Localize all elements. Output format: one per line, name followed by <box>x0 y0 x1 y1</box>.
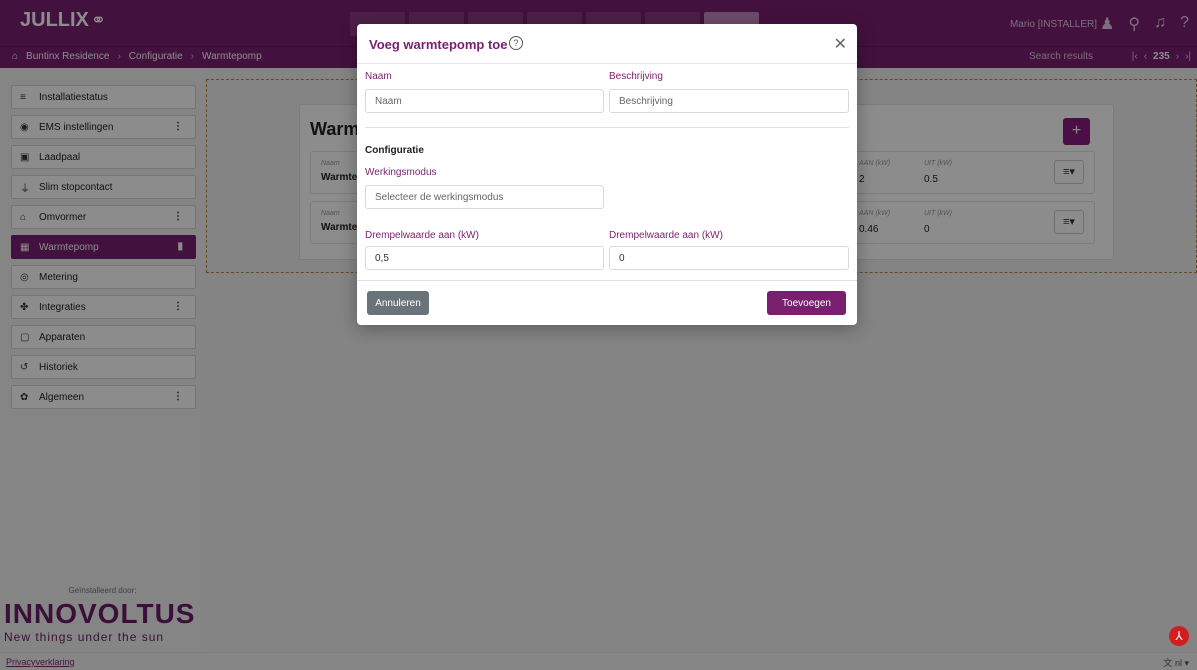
threshold-on-input[interactable] <box>365 246 604 270</box>
name-input[interactable] <box>365 89 604 113</box>
section-title: Configuratie <box>365 145 424 156</box>
add-heatpump-modal: Voeg warmtepomp toe ? ✕ Naam Beschrijvin… <box>357 24 857 325</box>
help-icon[interactable]: ? <box>509 36 523 50</box>
cancel-button[interactable]: Annuleren <box>367 291 429 315</box>
name-label: Naam <box>365 71 392 82</box>
modal-title: Voeg warmtepomp toe <box>369 37 508 52</box>
add-button[interactable]: Toevoegen <box>767 291 846 315</box>
threshold-on-label: Drempelwaarde aan (kW) <box>365 230 479 241</box>
threshold-off-input[interactable] <box>609 246 849 270</box>
close-icon[interactable]: ✕ <box>834 34 847 54</box>
description-label: Beschrijving <box>609 71 663 82</box>
divider <box>365 127 849 128</box>
mode-select[interactable] <box>365 185 604 209</box>
threshold-off-label: Drempelwaarde aan (kW) <box>609 230 723 241</box>
mode-label: Werkingsmodus <box>365 167 437 178</box>
description-input[interactable] <box>609 89 849 113</box>
pdf-icon[interactable]: ⅄ <box>1169 626 1189 646</box>
modal-header: Voeg warmtepomp toe ? ✕ <box>357 24 857 64</box>
footer-divider <box>357 280 857 281</box>
